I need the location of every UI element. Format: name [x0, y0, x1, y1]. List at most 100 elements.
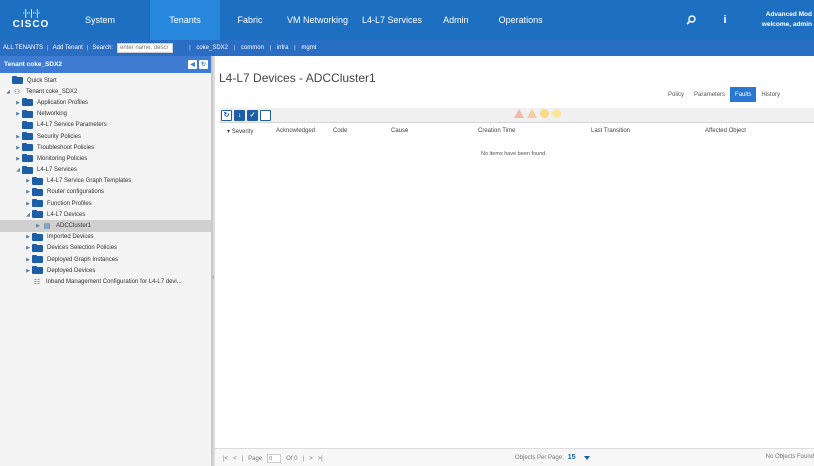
crumb-coke-sdx2[interactable]: coke_SDX2: [195, 45, 229, 51]
main-content: L4-L7 Devices - ADCCluster1 Policy Param…: [215, 56, 814, 466]
next-page-button[interactable]: >: [309, 456, 313, 462]
tree-item[interactable]: Quick Start: [0, 75, 211, 86]
separator: |: [241, 455, 244, 462]
tab-fabric[interactable]: Fabric: [220, 0, 280, 40]
crumb-mgmt[interactable]: mgmt: [300, 45, 317, 51]
device-icon: ▤: [43, 223, 51, 231]
expand-arrow-icon[interactable]: ◢: [24, 212, 32, 218]
col-affected-object[interactable]: Affected Object: [705, 128, 746, 134]
first-page-button[interactable]: |<: [223, 456, 228, 462]
add-tenant-link[interactable]: Add Tenant: [52, 45, 84, 51]
objects-per-page-select[interactable]: 15: [568, 454, 576, 461]
tree-item[interactable]: ▶ Monitoring Policies: [0, 153, 211, 164]
expand-arrow-icon[interactable]: ▶: [14, 134, 22, 140]
tab-parameters[interactable]: Parameters: [689, 87, 730, 102]
expand-arrow-icon[interactable]: ◢: [14, 167, 22, 173]
expand-arrow-icon[interactable]: ▶: [24, 257, 32, 263]
expand-arrow-icon[interactable]: ▶: [24, 268, 32, 274]
refresh-icon[interactable]: ↻: [199, 60, 208, 69]
tree-item-label: Networking: [37, 111, 68, 118]
tab-vm-networking[interactable]: VM Networking: [280, 0, 355, 40]
collapse-icon[interactable]: ◀: [188, 60, 197, 69]
tab-system[interactable]: System: [62, 0, 150, 40]
expand-arrow-icon[interactable]: ▶: [14, 100, 22, 106]
tree-item[interactable]: ▶ Devices Selection Policies: [0, 243, 211, 254]
select-all-icon[interactable]: [260, 109, 271, 121]
tab-operations[interactable]: Operations: [483, 0, 559, 40]
tree-item[interactable]: ▶ ▤ ADCCluster1: [0, 220, 211, 232]
expand-arrow-icon[interactable]: ▶: [34, 223, 42, 229]
critical-warning-icon[interactable]: [514, 109, 524, 118]
folder-icon: [22, 120, 33, 129]
col-acknowledged[interactable]: Acknowledged: [276, 128, 315, 134]
search-icon[interactable]: [674, 0, 708, 40]
tree-item[interactable]: L4-L7 Service Parameters: [0, 120, 211, 131]
expand-arrow-icon[interactable]: ▶: [24, 245, 32, 251]
tab-policy[interactable]: Policy: [663, 87, 689, 102]
col-creation-time[interactable]: Creation Time: [478, 128, 515, 134]
info-icon[interactable]: i: [708, 0, 742, 40]
tree-item[interactable]: ▶ Deployed Graph Instances: [0, 254, 211, 265]
cisco-logo[interactable]: ·|··|··|· CISCO: [0, 0, 62, 40]
tree-item[interactable]: ▶ Deployed Devices: [0, 265, 211, 276]
tenant-search-input[interactable]: [117, 43, 174, 53]
tab-admin[interactable]: Admin: [429, 0, 483, 40]
expand-arrow-icon[interactable]: ◢: [4, 89, 12, 95]
tree-item[interactable]: ◢ ⚇ Tenant coke_SDX2: [0, 86, 211, 97]
tree-item-label: Imported Devices: [47, 234, 94, 241]
tree-item[interactable]: ▶ Imported Devices: [0, 232, 211, 243]
tree-item-label: L4-L7 Devices: [47, 211, 86, 218]
all-tenants-link[interactable]: ALL TENANTS: [2, 45, 44, 51]
tree-item[interactable]: ▶ Application Profiles: [0, 97, 211, 108]
tree-item[interactable]: ◢ L4-L7 Services: [0, 165, 211, 176]
tree-item[interactable]: ▶ Function Profiles: [0, 198, 211, 209]
pagination-bar: |< < | Page Of 0 | > >| Objects Per Page…: [215, 448, 814, 466]
tab-l4-l7-services[interactable]: L4-L7 Services: [355, 0, 429, 40]
separator: |: [302, 455, 305, 462]
refresh-icon[interactable]: ↻: [221, 109, 232, 121]
minor-warning-icon[interactable]: [540, 109, 549, 118]
tree-item[interactable]: ▶ Router configurations: [0, 187, 211, 198]
expand-arrow-icon[interactable]: ▶: [24, 234, 32, 240]
expand-arrow-icon[interactable]: ▶: [14, 145, 22, 151]
tab-tenants[interactable]: Tenants: [150, 0, 220, 40]
download-icon[interactable]: ↓: [234, 109, 245, 121]
warning-icon[interactable]: [552, 109, 561, 118]
tree-item[interactable]: ▶ L4-L7 Service Graph Templates: [0, 176, 211, 187]
tree-item-label: Deployed Graph Instances: [47, 256, 119, 263]
objects-per-page: Objects Per Page: 15: [515, 454, 590, 461]
major-warning-icon[interactable]: [527, 109, 537, 118]
col-code[interactable]: Code: [333, 128, 347, 134]
page-input[interactable]: [267, 454, 282, 463]
tree-item[interactable]: ▶ Networking: [0, 109, 211, 120]
expand-arrow-icon[interactable]: ▶: [14, 156, 22, 162]
folder-icon: [32, 187, 43, 196]
col-cause[interactable]: Cause: [391, 128, 408, 134]
tab-faults[interactable]: Faults: [730, 87, 757, 102]
tab-history[interactable]: History: [756, 87, 785, 102]
tree-item[interactable]: ◢ L4-L7 Devices: [0, 209, 211, 220]
acknowledge-icon[interactable]: ✓: [247, 109, 258, 121]
empty-message: No items have been found.: [481, 151, 547, 157]
crumb-infra[interactable]: infra: [276, 45, 290, 51]
tree-item[interactable]: ▶ Troubleshoot Policies: [0, 142, 211, 153]
last-page-button[interactable]: >|: [318, 456, 323, 462]
col-severity[interactable]: ▾ Severity: [227, 128, 253, 135]
col-last-transition[interactable]: Last Transition: [591, 128, 630, 134]
expand-arrow-icon[interactable]: ▶: [24, 178, 32, 184]
panel-header: Tenant coke_SDX2 ◀ ↻: [0, 56, 211, 73]
prev-page-button[interactable]: <: [233, 456, 237, 462]
separator: |: [189, 45, 191, 51]
crumb-common[interactable]: common: [240, 45, 265, 51]
tree-item-label: Deployed Devices: [47, 267, 96, 274]
expand-arrow-icon[interactable]: ▶: [24, 189, 32, 195]
expand-arrow-icon[interactable]: ▶: [24, 201, 32, 207]
user-box[interactable]: Advanced Mod welcome, admin: [742, 0, 814, 40]
chevron-down-icon[interactable]: [583, 455, 590, 460]
tree-item[interactable]: ▶ Security Policies: [0, 131, 211, 142]
no-objects-label: No Objects Found: [765, 454, 814, 460]
tree-item[interactable]: ☷ Inband Management Configuration for L4-…: [0, 276, 211, 287]
expand-arrow-icon[interactable]: ▶: [14, 111, 22, 117]
folder-icon: [22, 132, 33, 141]
